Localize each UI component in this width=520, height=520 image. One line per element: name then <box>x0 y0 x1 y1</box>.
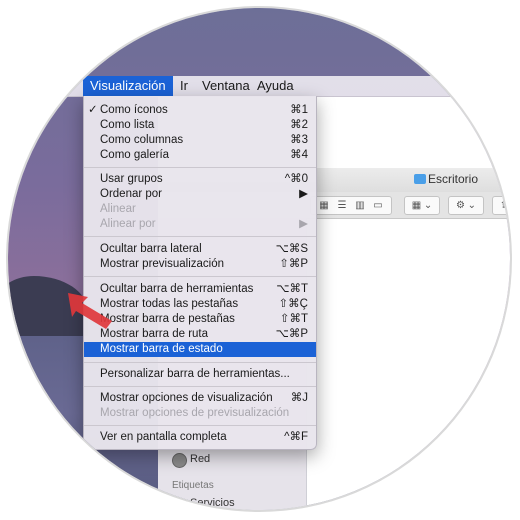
menu-item-as-icons[interactable]: ✓ Como íconos ⌘1 <box>84 103 316 118</box>
menu-ventana[interactable]: Ventana <box>195 76 257 96</box>
menu-separator <box>84 362 316 363</box>
menu-item-customize-toolbar[interactable]: Personalizar barra de herramientas... <box>84 367 316 382</box>
menu-item-shortcut: ^⌘0 <box>284 173 308 185</box>
menu-item-show-path-bar[interactable]: Mostrar barra de ruta ⌥⌘P <box>84 327 316 342</box>
menu-item-label: Mostrar opciones de visualización <box>100 392 273 404</box>
checkmark-icon: ✓ <box>88 104 98 116</box>
menu-item-shortcut: ⇧⌘T <box>279 313 308 325</box>
tag-dot-icon <box>174 499 185 510</box>
menu-item-label: Mostrar previsualización <box>100 258 224 270</box>
window-title: Escritorio <box>428 172 479 186</box>
menu-item-as-list[interactable]: Como lista ⌘2 <box>84 118 316 133</box>
menu-item-align: Alinear <box>84 202 316 217</box>
submenu-arrow-icon: ▶ <box>299 218 308 230</box>
action-gear-button[interactable]: ⚙ ⌄ <box>448 196 484 215</box>
menu-item-shortcut: ⌘4 <box>290 149 308 161</box>
menu-item-show-view-options[interactable]: Mostrar opciones de visualización ⌘J <box>84 391 316 406</box>
menu-item-label: Alinear por <box>100 218 156 230</box>
view-mode-segmented-control[interactable]: ▦ ☰ ▥ ▭ <box>310 196 392 215</box>
menu-ayuda[interactable]: Ayuda <box>250 76 301 96</box>
menu-item-label: Como íconos <box>100 104 168 116</box>
menu-item-shortcut: ⌘J <box>290 392 308 404</box>
network-icon <box>172 453 187 468</box>
menu-separator <box>84 276 316 277</box>
menu-item-shortcut: ⇧⌘Ç <box>278 298 308 310</box>
menu-item-show-preview[interactable]: Mostrar previsualización ⇧⌘P <box>84 257 316 272</box>
icon-view-icon[interactable]: ▦ <box>315 197 333 214</box>
folder-icon <box>414 174 426 184</box>
screenshot-viewport: Escritorio ▦ ☰ ▥ ▭ ▦ ⌄ ⚙ ⌄ ⇪ Red Etiquetas … <box>8 8 510 510</box>
menu-item-label: Como columnas <box>100 134 184 146</box>
menu-separator <box>84 386 316 387</box>
menu-separator <box>84 425 316 426</box>
menu-item-sort-by[interactable]: Ordenar por ▶ <box>84 187 316 202</box>
menu-item-shortcut: ^⌘F <box>284 431 308 443</box>
menu-item-label: Mostrar barra de estado <box>100 343 223 355</box>
sidebar-item-network[interactable]: Red <box>190 453 210 465</box>
menu-item-label: Como lista <box>100 119 155 131</box>
menu-item-enter-full-screen[interactable]: Ver en pantalla completa ^⌘F <box>84 430 316 445</box>
menu-item-label: Ocultar barra lateral <box>100 243 202 255</box>
menu-item-shortcut: ⌥⌘P <box>275 328 308 340</box>
menu-item-shortcut: ⌘1 <box>290 104 308 116</box>
menu-item-show-preview-options: Mostrar opciones de previsualización <box>84 406 316 421</box>
menu-item-use-groups[interactable]: Usar grupos ^⌘0 <box>84 172 316 187</box>
menu-visualizacion[interactable]: Visualización <box>83 76 173 96</box>
share-button[interactable]: ⇪ <box>492 196 510 215</box>
list-view-icon[interactable]: ☰ <box>333 197 351 214</box>
menu-item-hide-toolbar[interactable]: Ocultar barra de herramientas ⌥⌘T <box>84 282 316 297</box>
gallery-view-icon[interactable]: ▭ <box>369 197 387 214</box>
menu-item-shortcut: ⌥⌘S <box>275 243 308 255</box>
menu-item-label: Mostrar opciones de previsualización <box>100 407 290 419</box>
visualizacion-dropdown-menu: ✓ Como íconos ⌘1 Como lista ⌘2 Como colu… <box>83 96 317 450</box>
menu-item-show-tab-bar[interactable]: Mostrar barra de pestañas ⇧⌘T <box>84 312 316 327</box>
menu-item-label: Ocultar barra de herramientas <box>100 283 254 295</box>
menu-item-as-gallery[interactable]: Como galería ⌘4 <box>84 148 316 163</box>
menu-item-shortcut: ⇧⌘P <box>279 258 308 270</box>
menu-item-label: Mostrar barra de ruta <box>100 328 209 340</box>
group-by-button[interactable]: ▦ ⌄ <box>404 196 440 215</box>
menu-item-shortcut: ⌘3 <box>290 134 308 146</box>
menu-item-label: Usar grupos <box>100 173 163 185</box>
menu-ir[interactable]: Ir <box>173 76 195 96</box>
menu-item-as-columns[interactable]: Como columnas ⌘3 <box>84 133 316 148</box>
menu-separator <box>84 236 316 237</box>
red-pointer-arrow-icon <box>68 293 112 329</box>
menu-item-label: Como galería <box>100 149 170 161</box>
menu-bar: Visualización Ir Ventana Ayuda <box>8 76 510 97</box>
sidebar-header-tags: Etiquetas <box>172 480 214 491</box>
menu-item-show-status-bar[interactable]: Mostrar barra de estado <box>84 342 316 357</box>
sidebar-item-tag-services[interactable]: Servicios <box>190 497 235 509</box>
menu-item-shortcut: ⌘2 <box>290 119 308 131</box>
menu-item-label: Ordenar por <box>100 188 163 200</box>
column-view-icon[interactable]: ▥ <box>351 197 369 214</box>
menu-item-label: Mostrar todas las pestañas <box>100 298 239 310</box>
menu-item-label: Ver en pantalla completa <box>100 431 227 443</box>
menu-item-label: Personalizar barra de herramientas... <box>100 368 290 380</box>
submenu-arrow-icon: ▶ <box>299 188 308 200</box>
menu-item-show-all-tabs[interactable]: Mostrar todas las pestañas ⇧⌘Ç <box>84 297 316 312</box>
menu-item-align-by: Alinear por ▶ <box>84 217 316 232</box>
menu-item-label: Mostrar barra de pestañas <box>100 313 235 325</box>
menu-item-hide-sidebar[interactable]: Ocultar barra lateral ⌥⌘S <box>84 242 316 257</box>
menu-separator <box>84 167 316 168</box>
menu-item-shortcut: ⌥⌘T <box>276 283 308 295</box>
menu-item-label: Alinear <box>100 203 136 215</box>
